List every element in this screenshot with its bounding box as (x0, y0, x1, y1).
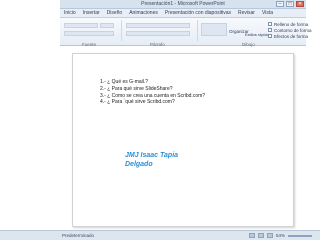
fill-icon (268, 22, 272, 26)
question-2: 2.- ¿ Para qué sirve SlideShare? (100, 85, 173, 92)
powerpoint-window: Presentación1 - Microsoft PowerPoint – □… (60, 0, 312, 240)
drawing-group: Organizar Estilos rápidos Relleno de for… (198, 20, 312, 47)
zoom-level[interactable]: 54% (276, 233, 285, 238)
font-name-box[interactable] (64, 23, 98, 28)
tab-diseno[interactable]: Diseño (107, 10, 123, 16)
window-title: Presentación1 - Microsoft PowerPoint (141, 1, 225, 7)
tab-presentacion[interactable]: Presentación con diapositivas (165, 10, 231, 16)
tab-revisar[interactable]: Revisar (238, 10, 255, 16)
font-size-box[interactable] (100, 23, 114, 28)
slide-canvas: 1.- ¿ Qué es G-mail.? 2.- ¿ Para qué sir… (60, 47, 306, 230)
window-controls: – □ ✕ (276, 1, 304, 7)
effects-icon (268, 34, 272, 38)
question-4: 4.- ¿ Para `qué sirve Scribd.com? (100, 99, 175, 106)
status-right-controls: 54% (248, 233, 312, 238)
maximize-button[interactable]: □ (286, 1, 294, 7)
title-bar: Presentación1 - Microsoft PowerPoint – □… (60, 0, 306, 9)
paragraph-buttons-row1[interactable] (126, 23, 190, 28)
ribbon: Fuente Párrafo Organizar Estilos rápidos… (60, 18, 312, 47)
shape-outline-button[interactable]: Contorno de forma (274, 28, 312, 33)
screen: { "window": { "title": "Presentación1 - … (0, 0, 320, 240)
tab-insertar[interactable]: Insertar (83, 10, 100, 16)
slide[interactable]: 1.- ¿ Qué es G-mail.? 2.- ¿ Para qué sir… (72, 53, 294, 227)
questions-textbox[interactable]: 1.- ¿ Qué es G-mail.? 2.- ¿ Para qué sir… (100, 79, 205, 106)
font-format-buttons[interactable] (64, 31, 114, 36)
status-bar: Predeterminado 54% (0, 230, 320, 240)
paragraph-buttons-row2[interactable] (126, 31, 190, 36)
author-line-2: Delgado (125, 161, 153, 168)
font-group: Fuente (60, 20, 122, 47)
author-textbox[interactable]: JMJ Isaac Tapia Delgado (125, 151, 178, 169)
tab-vista[interactable]: Vista (262, 10, 273, 16)
outline-icon (268, 28, 272, 32)
shapes-gallery[interactable] (201, 23, 227, 36)
question-1: 1.- ¿ Qué es G-mail.? (100, 79, 149, 85)
question-3: 3.- ¿ Como se crea una cuenta en Scribd.… (100, 92, 206, 99)
tab-inicio[interactable]: Inicio (64, 10, 76, 16)
tab-animaciones[interactable]: Animaciones (129, 10, 158, 16)
status-theme-text: Predeterminado (62, 233, 95, 238)
minimize-button[interactable]: – (276, 1, 284, 7)
slideshow-icon[interactable] (266, 233, 273, 238)
close-button[interactable]: ✕ (296, 1, 304, 7)
paragraph-group: Párrafo (122, 20, 198, 47)
zoom-slider[interactable] (288, 234, 312, 237)
normal-view-icon[interactable] (248, 233, 255, 238)
author-line-1: JMJ Isaac Tapia (125, 152, 179, 159)
shape-fill-button[interactable]: Relleno de forma (274, 22, 308, 27)
slide-sorter-icon[interactable] (257, 233, 264, 238)
ribbon-tabs: Inicio Insertar Diseño Animaciones Prese… (60, 9, 306, 18)
shape-effects-button[interactable]: Efectos de forma (274, 34, 308, 39)
